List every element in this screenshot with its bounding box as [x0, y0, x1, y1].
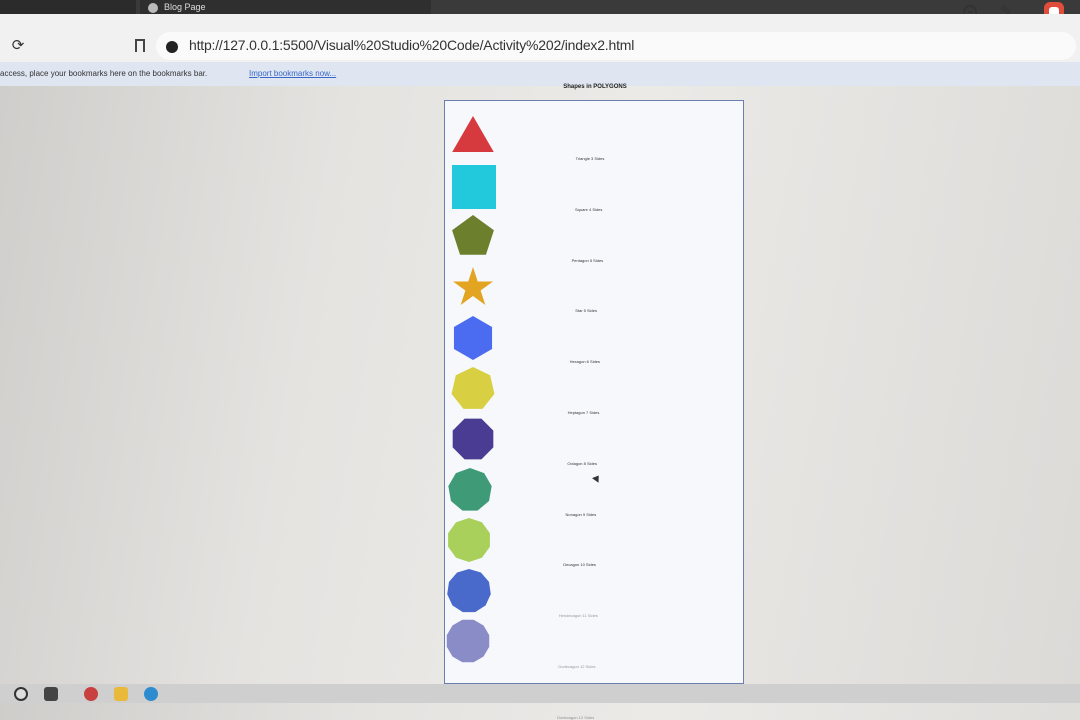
tab-1[interactable]: [0, 0, 136, 14]
octagon-polygon: [452, 418, 494, 460]
octagon-label: Octagon 8 Sides: [567, 460, 597, 466]
bookmarks-bar-text: access, place your bookmarks here on the…: [0, 69, 208, 78]
hexagon-label: Hexagon 6 Sides: [569, 359, 601, 365]
tab-blog-page-label: Blog Page: [164, 2, 206, 12]
decagon-polygon: [448, 518, 491, 562]
globe-icon: [148, 2, 158, 13]
tab-bar: Blog Page ✎: [0, 0, 1080, 22]
hendecagon-shape: [445, 567, 493, 615]
app-icon[interactable]: [84, 687, 98, 701]
pentagon-shape: [449, 213, 497, 261]
import-bookmarks-link[interactable]: Import bookmarks now...: [249, 62, 336, 86]
square-shape: [449, 163, 497, 211]
tab-3[interactable]: [335, 0, 431, 14]
square-polygon: [452, 164, 496, 209]
triangle-shape: [449, 112, 497, 160]
heptagon-polygon: [451, 366, 495, 409]
search-icon[interactable]: [14, 687, 28, 701]
extra-label: Dodecagon 12 Sides: [557, 714, 595, 720]
heptagon-shape: [449, 365, 497, 413]
folder-icon[interactable]: [114, 687, 128, 701]
taskview-icon[interactable]: [44, 687, 58, 701]
bookmarks-bar: access, place your bookmarks here on the…: [0, 62, 1080, 86]
info-icon[interactable]: [166, 41, 178, 53]
star-polygon: [453, 266, 493, 305]
browser-icon[interactable]: [144, 687, 158, 701]
tab-blog-page[interactable]: Blog Page: [140, 0, 346, 14]
decagon-shape: [445, 516, 493, 564]
heptagon-label: Heptagon 7 Sides: [567, 410, 600, 415]
hendecagon-polygon: [447, 568, 491, 612]
nonagon-polygon: [448, 467, 492, 511]
reload-icon[interactable]: ⟳: [10, 38, 26, 54]
triangle-label: Triangle 3 Sides: [575, 156, 605, 161]
nonagon-shape: [446, 466, 494, 514]
bookmark-icon[interactable]: [135, 39, 145, 52]
octagon-shape: [449, 415, 497, 463]
dodecagon-shape: [444, 617, 492, 665]
nonagon-label: Nonagon 9 Sides: [565, 511, 597, 517]
dodecagon-polygon: [446, 619, 490, 663]
address-bar: ⟳ http://127.0.0.1:5500/Visual%20Studio%…: [0, 14, 1080, 62]
page-title: Shapes in POLYGONS: [563, 84, 627, 90]
hexagon-shape: [449, 314, 497, 362]
hendecagon-label: Hendecagon 11 Sides: [558, 613, 598, 619]
star-label: Star 5 Sides: [575, 308, 597, 314]
url-text[interactable]: http://127.0.0.1:5500/Visual%20Studio%20…: [189, 36, 634, 54]
taskbar: [0, 684, 1080, 703]
triangle-polygon: [452, 116, 494, 152]
hexagon-polygon: [453, 316, 493, 360]
square-label: Square 4 Sides: [575, 206, 603, 212]
star-shape: [449, 264, 497, 312]
dodecagon-label: Dodecagon 12 Sides: [558, 664, 596, 669]
pentagon-polygon: [452, 215, 494, 255]
decagon-label: Decagon 10 Sides: [563, 562, 596, 568]
pentagon-label: Pentagon 5 Sides: [571, 257, 604, 263]
